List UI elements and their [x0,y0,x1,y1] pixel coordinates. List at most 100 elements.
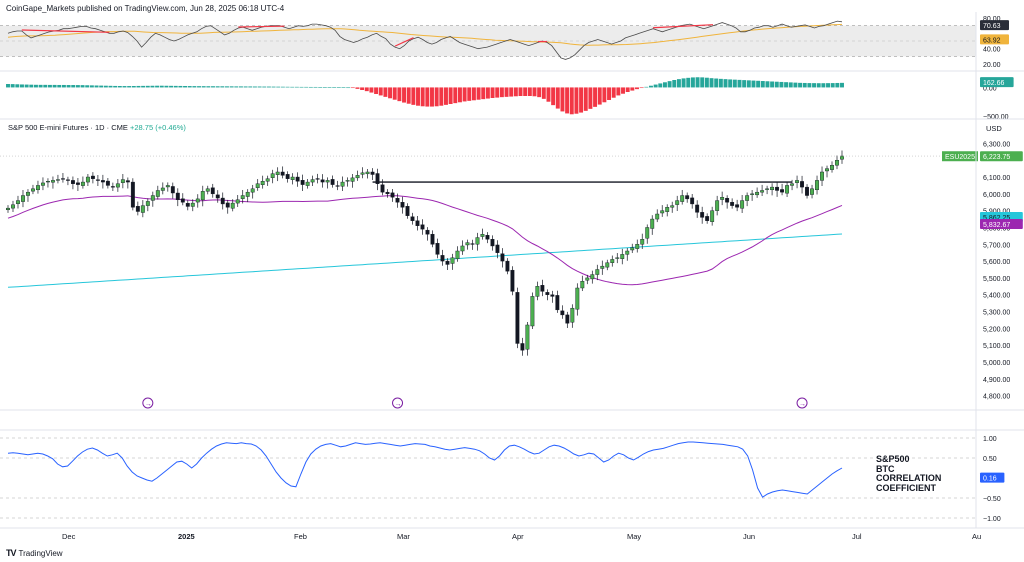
price-axis-tick: 5,600.00 [983,259,1010,266]
candle-body [780,189,785,193]
histogram-bar [467,87,472,101]
histogram-bar [355,87,360,89]
histogram-bar [38,84,43,88]
histogram-bar [294,86,299,88]
tradingview-brand[interactable]: TV TradingView [6,548,63,558]
candle-body [585,277,590,281]
histogram-bar [20,84,24,88]
rsi-axis-tick: 40.00 [983,47,1001,54]
histogram-bar [816,83,821,88]
candle-body [280,171,285,176]
candle-body [295,176,300,182]
candle-body [100,180,105,183]
candle-body [36,185,40,191]
histogram-bar [788,82,793,88]
histogram-bar [122,86,127,88]
candle-body [615,257,620,259]
candle-body [655,213,660,220]
rsi-axis-tick: 20.00 [983,62,1001,69]
histogram-bar [513,87,518,97]
histogram-bar [206,86,211,88]
candle-body [275,171,280,175]
histogram-bar [793,82,798,88]
histogram-bar [672,80,677,88]
candle-body [775,186,780,191]
correlation-panel: 1.00 0.50 −0.50 −1.00 0.16 [0,436,1005,523]
histogram-bar [248,86,253,88]
candle-body [545,292,550,295]
histogram-bar [774,81,779,88]
histogram-bar [94,85,99,88]
histogram-bar [299,86,304,88]
ma-fast-badge-text: 5,832.67 [983,222,1010,229]
candle-body [520,343,525,351]
candle-body [525,324,530,350]
candle-body [320,179,325,183]
candle-body [840,155,844,160]
candle-body [325,180,330,183]
time-axis-label: Au [972,532,981,541]
histogram-bar [425,87,430,107]
price-axis-tick: 4,900.00 [983,377,1010,384]
histogram-bar [178,85,183,88]
histogram-bar [285,86,290,88]
histogram-bar [430,87,434,107]
candle-body [515,292,520,344]
candle-body [825,168,829,172]
histogram-bar [616,87,621,96]
histogram-bar [211,86,215,88]
candle-body [400,202,405,208]
candle-body [785,185,790,194]
histogram-bar [173,85,178,88]
candle-body [645,227,650,239]
candle-body [485,235,490,240]
candle-body [760,190,765,193]
candle-body [305,181,310,186]
candle-body [580,281,585,289]
histogram-bar [728,79,733,88]
candle-body [31,188,35,192]
candle-body [685,195,690,200]
candle-body [345,180,350,182]
candle-body [175,192,180,200]
rsi-last-badge-text: 70.63 [983,23,1001,30]
histogram-bar [709,78,714,88]
corr-axis-tick: −1.00 [983,516,1001,523]
candle-body [820,171,824,181]
time-axis-label: Jul [852,532,862,541]
candle-body [350,177,355,182]
histogram-bar [812,83,817,88]
histogram-bar [131,86,136,88]
histogram-bar [24,84,29,88]
candle-body [430,233,435,245]
histogram-bar [485,87,490,99]
correlation-label-line: COEFFICIENT [876,482,936,493]
candle-body [21,195,25,202]
candle-body [250,188,255,193]
candle-body [285,174,290,179]
candle-body [390,192,395,198]
histogram-bar [462,87,467,102]
candle-body [630,247,635,251]
candle-body [80,181,85,186]
histogram-bar [238,86,243,88]
ticker-badge-text: ESU2025 [945,154,975,161]
histogram-bar [625,87,630,92]
candle-body [550,294,555,297]
histogram-bar [611,87,616,98]
candle-body [235,199,240,204]
candle-body [635,244,640,249]
histogram-axis-tick: −500.00 [983,114,1009,121]
histogram-bar [71,85,76,88]
histogram-bar [225,86,229,88]
histogram-bar [835,82,840,88]
histogram-bar [350,87,355,89]
histogram-bar [197,86,201,88]
histogram-bar [802,82,807,88]
histogram-bar [43,84,48,88]
candle-body [410,216,415,221]
histogram-bar [159,85,164,88]
histogram-bar [635,87,639,90]
candle-body [595,269,600,275]
candle-body [155,190,160,197]
